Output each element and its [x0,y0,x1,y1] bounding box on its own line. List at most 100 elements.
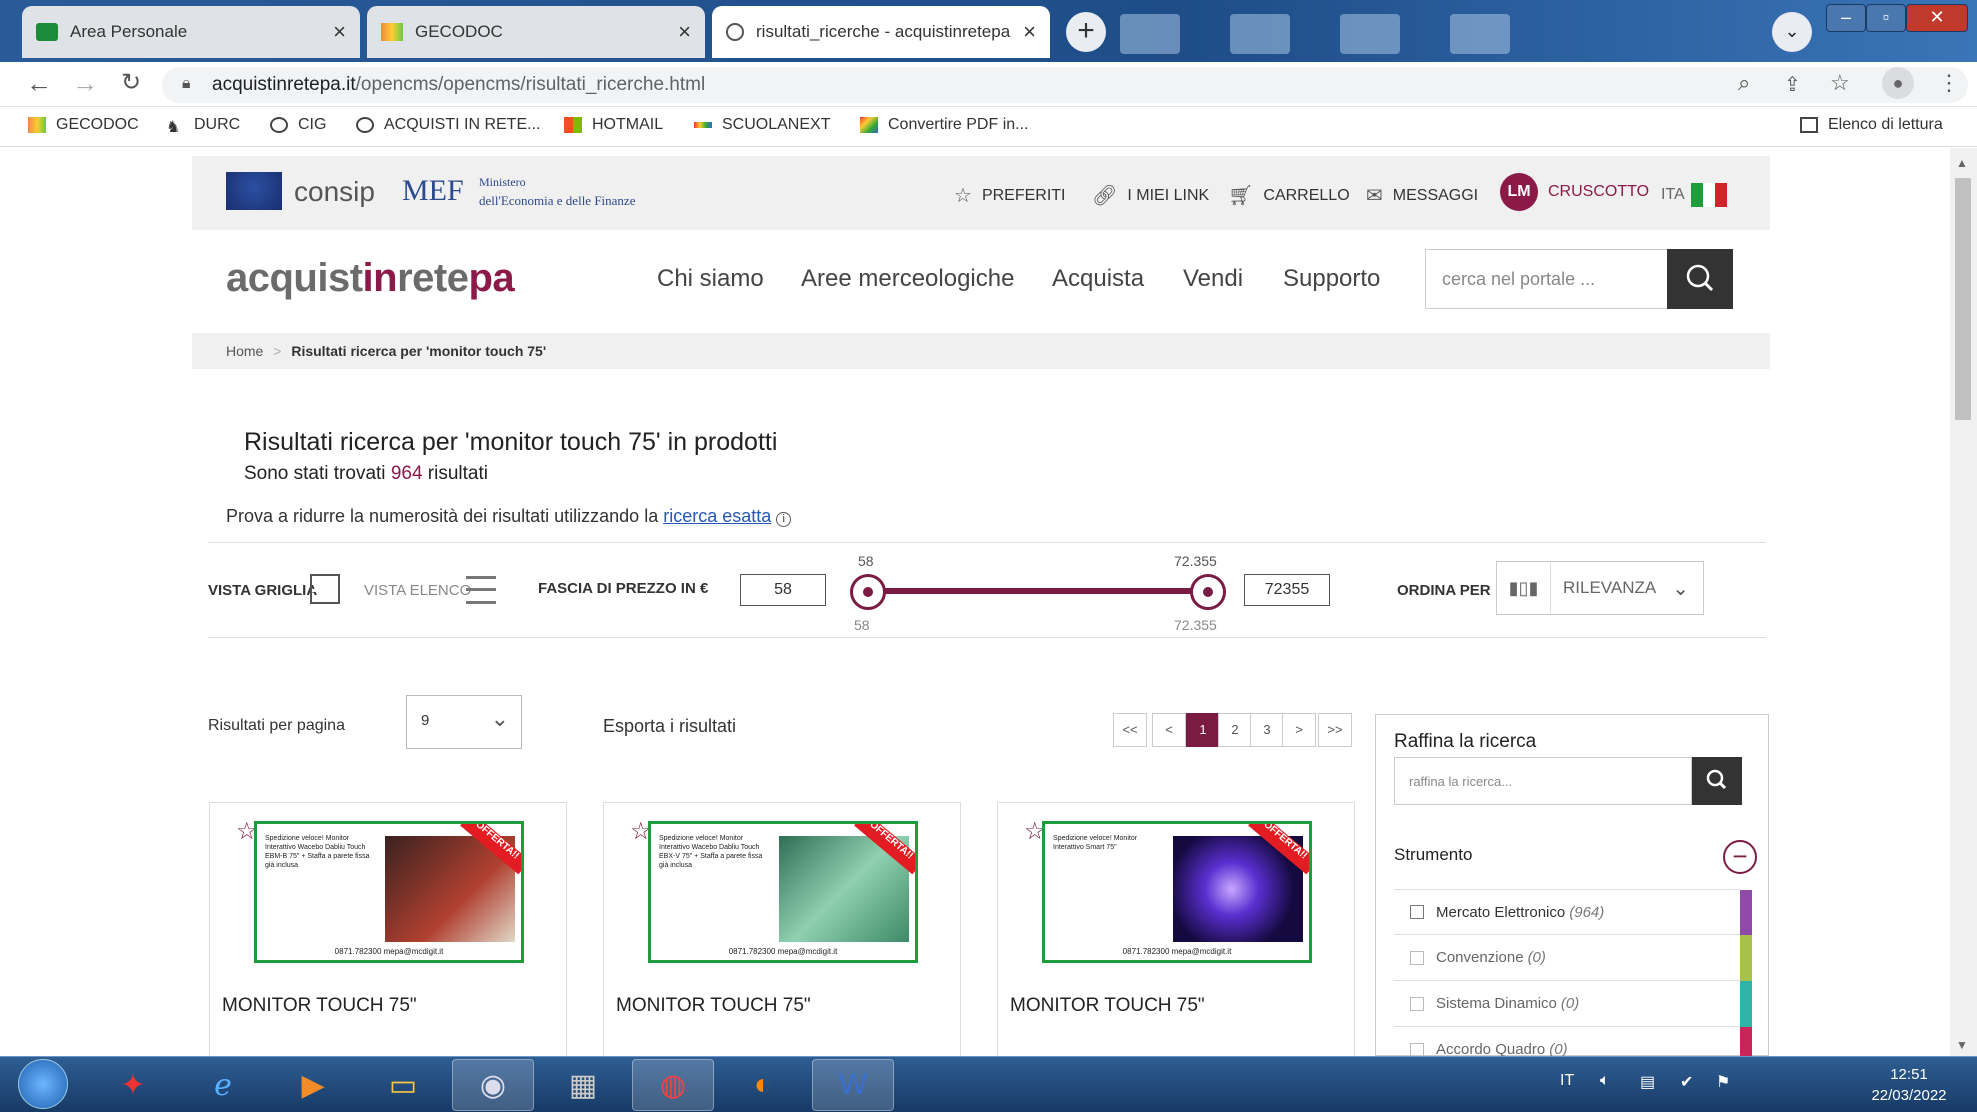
grid-icon[interactable] [310,574,340,604]
sort-select[interactable]: ▮▯▮ RILEVANZA ⌄ [1496,561,1704,615]
nav-aree-merceologiche[interactable]: Aree merceologiche [801,265,1014,293]
pager-first[interactable]: << [1113,713,1147,747]
refine-search-button[interactable] [1692,757,1742,805]
url-text[interactable]: acquistinretepa.it/opencms/opencms/risul… [212,74,705,96]
bookmark-star-icon[interactable]: ☆ [1830,70,1850,96]
portal-search-input[interactable]: cerca nel portale ... [1425,249,1668,309]
product-image[interactable]: Spedizione veloce! Monitor Interattivo S… [1042,821,1312,963]
list-icon[interactable] [466,576,496,604]
preferiti-link[interactable]: ☆ PREFERITI [954,183,1066,208]
pager-page-2[interactable]: 2 [1218,713,1252,747]
tab-search-dropdown-icon[interactable]: ⌄ [1772,12,1812,52]
info-icon[interactable]: i [776,512,792,527]
nav-acquista[interactable]: Acquista [1052,265,1144,293]
mef-logo[interactable]: MEF [402,174,464,208]
per-page-select[interactable]: 9 ⌄ [406,695,522,749]
word-icon[interactable]: W [812,1059,894,1111]
firefox-icon[interactable]: ◐ [722,1059,804,1111]
input-language[interactable]: IT [1560,1072,1574,1090]
refine-search-input[interactable]: raffina la ricerca... [1394,757,1692,805]
checkbox[interactable] [1410,1042,1424,1057]
product-title[interactable]: MONITOR TOUCH 75" [222,995,417,1017]
product-card[interactable]: ☆ Spedizione veloce! Monitor Interattivo… [209,802,567,1062]
product-image[interactable]: Spedizione veloce! Monitor Interattivo W… [254,821,524,963]
bookmark-scuolanext[interactable]: SCUOLANEXT [694,116,830,134]
close-tab-icon[interactable]: × [333,19,346,45]
miei-link-link[interactable]: 🔗︎ I MIEI LINK [1092,183,1209,208]
messaggi-link[interactable]: ✉ MESSAGGI [1366,183,1478,208]
tab-risultati-ricerche[interactable]: risultati_ricerche - acquistinretepa × [712,6,1050,58]
forward-arrow-icon[interactable]: → [70,68,100,98]
tab-gecodoc[interactable]: GECODOC × [367,6,705,58]
bookmark-durc[interactable]: ♞ DURC [166,116,240,136]
kebab-menu-icon[interactable]: ⋮ [1938,70,1960,96]
pager-next[interactable]: > [1282,713,1316,747]
bookmark-hotmail[interactable]: HOTMAIL [564,116,663,134]
pager-last[interactable]: >> [1318,713,1352,747]
consip-logo-icon[interactable] [226,172,282,210]
product-title[interactable]: MONITOR TOUCH 75" [1010,995,1205,1017]
bookmark-convertire-pdf[interactable]: Convertire PDF in... [860,116,1028,134]
zoom-icon[interactable]: ⌕ [1738,70,1750,96]
share-icon[interactable]: ⇪ [1784,72,1801,97]
network-icon[interactable]: ▤ [1640,1072,1655,1092]
portal-search-button[interactable] [1667,249,1733,309]
collapse-minus-icon[interactable]: − [1723,840,1757,874]
product-card[interactable]: ☆ Spedizione veloce! Monitor Interattivo… [603,802,961,1062]
close-window-icon[interactable]: ✕ [1906,4,1968,32]
ricerca-esatta-link[interactable]: ricerca esatta [663,506,771,526]
checkbox[interactable] [1410,950,1424,965]
nav-chi-siamo[interactable]: Chi siamo [657,265,764,293]
scroll-up-icon[interactable]: ▲ [1956,156,1968,170]
user-avatar[interactable]: LM [1500,173,1538,211]
pager-page-1[interactable]: 1 [1186,713,1220,747]
profile-icon[interactable]: ● [1882,67,1914,99]
scrollbar-thumb[interactable] [1955,178,1971,420]
reload-icon[interactable]: ↻ [116,68,146,98]
maximize-icon[interactable]: ▫ [1866,4,1906,32]
carrello-link[interactable]: 🛒︎ CARRELLO [1228,183,1350,208]
network-tool-taskbar-icon[interactable]: ✦ [92,1059,174,1111]
calculator-icon[interactable]: ▦ [542,1059,624,1111]
close-tab-icon[interactable]: × [678,19,691,45]
export-results-link[interactable]: Esporta i risultati [603,716,736,737]
price-max-input[interactable]: 72355 [1244,574,1330,606]
checkbox[interactable] [1410,996,1424,1011]
back-arrow-icon[interactable]: ← [24,68,54,98]
volume-icon[interactable]: 🔈︎ [1600,1072,1610,1090]
action-center-flag-icon[interactable]: ⚑ [1716,1072,1730,1092]
minimize-icon[interactable]: ‒ [1826,4,1866,32]
breadcrumb-home[interactable]: Home [226,343,263,359]
bookmark-cig[interactable]: CIG [270,116,326,134]
close-tab-icon[interactable]: × [1023,19,1036,45]
system-clock[interactable]: 12:51 22/03/2022 [1854,1064,1964,1106]
new-tab-button[interactable]: + [1066,12,1106,52]
mail-client-icon[interactable]: ◉ [452,1059,534,1111]
reading-list[interactable]: Elenco di lettura [1800,116,1943,134]
filter-sistema-dinamico[interactable]: Sistema Dinamico (0) [1394,981,1752,1027]
product-card[interactable]: ☆ Spedizione veloce! Monitor Interattivo… [997,802,1355,1062]
filter-mercato-elettronico[interactable]: Mercato Elettronico (964) [1394,889,1752,936]
language-selector[interactable]: ITA [1661,183,1727,207]
grid-view-toggle[interactable]: VISTA GRIGLIA [208,582,317,599]
security-icon[interactable]: ✔ [1680,1072,1693,1092]
file-explorer-icon[interactable]: ▭ [362,1059,444,1111]
bookmark-acquisti[interactable]: ACQUISTI IN RETE... [356,116,540,134]
price-slider-track[interactable] [866,588,1206,594]
start-button[interactable] [18,1059,68,1109]
acquistinretepa-logo[interactable]: acquistinretepa [226,256,515,301]
nav-supporto[interactable]: Supporto [1283,265,1380,293]
chrome-icon[interactable]: ◍ [632,1059,714,1111]
pager-page-3[interactable]: 3 [1250,713,1284,747]
nav-vendi[interactable]: Vendi [1183,265,1243,293]
scroll-down-icon[interactable]: ▼ [1956,1038,1968,1052]
filter-convenzione[interactable]: Convenzione (0) [1394,935,1752,981]
cruscotto-link[interactable]: CRUSCOTTO [1548,183,1649,201]
media-player-icon[interactable]: ▶ [272,1059,354,1111]
product-title[interactable]: MONITOR TOUCH 75" [616,995,811,1017]
checkbox[interactable] [1410,905,1424,919]
internet-explorer-icon[interactable]: ℯ [182,1059,264,1111]
price-min-input[interactable]: 58 [740,574,826,606]
pager-prev[interactable]: < [1152,713,1186,747]
tab-area-personale[interactable]: Area Personale × [22,6,360,58]
